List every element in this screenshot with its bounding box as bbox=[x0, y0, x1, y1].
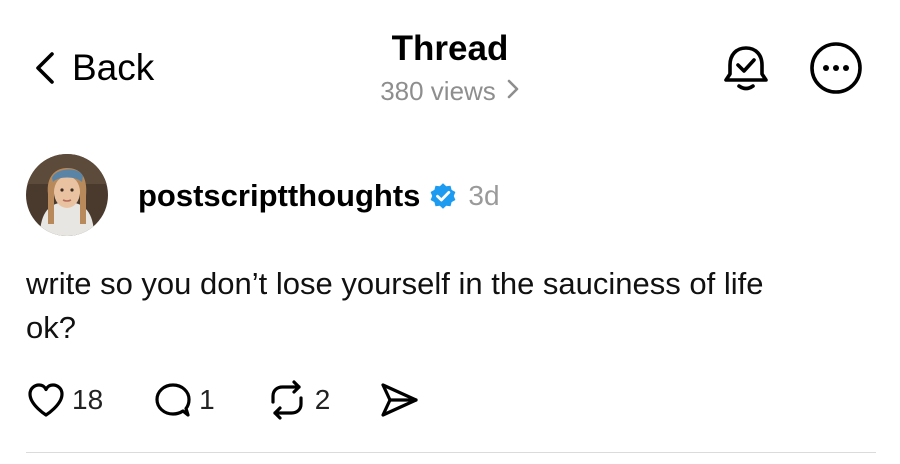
heart-icon bbox=[26, 381, 66, 419]
chevron-left-icon bbox=[32, 50, 58, 86]
comment-icon bbox=[153, 381, 193, 419]
repost-count: 2 bbox=[314, 384, 331, 415]
verified-badge-icon bbox=[428, 181, 458, 211]
bell-check-icon bbox=[718, 46, 774, 100]
title-block: Thread 380 views bbox=[300, 28, 600, 108]
divider bbox=[26, 452, 876, 453]
chevron-right-icon bbox=[506, 74, 520, 108]
repost-icon bbox=[265, 380, 309, 420]
thread-header: Back Thread 380 views bbox=[0, 0, 900, 120]
more-button[interactable] bbox=[808, 40, 864, 96]
post-text-line: write so you don’t lose yourself in the … bbox=[26, 266, 764, 301]
send-icon bbox=[378, 381, 420, 419]
action-bar: 18 1 2 bbox=[26, 378, 420, 422]
back-label: Back bbox=[72, 47, 155, 88]
reply-count: 1 bbox=[199, 384, 215, 415]
reply-button[interactable]: 1 bbox=[153, 381, 215, 419]
post-time: 3d bbox=[468, 180, 500, 211]
author-row: postscriptthoughts 3d bbox=[138, 174, 500, 218]
share-button[interactable] bbox=[378, 381, 420, 419]
notify-button[interactable] bbox=[718, 40, 774, 96]
more-icon bbox=[808, 42, 864, 100]
post-text-line: ok? bbox=[26, 310, 76, 345]
username[interactable]: postscriptthoughts bbox=[138, 178, 420, 214]
page-title: Thread bbox=[391, 29, 509, 68]
like-button[interactable]: 18 bbox=[26, 381, 103, 419]
post-text: write so you don’t lose yourself in the … bbox=[26, 262, 876, 350]
avatar[interactable] bbox=[26, 154, 108, 236]
views-count: 380 views bbox=[380, 76, 496, 106]
views-link[interactable]: 380 views bbox=[380, 74, 520, 108]
repost-button[interactable]: 2 bbox=[265, 380, 331, 420]
like-count: 18 bbox=[72, 384, 104, 415]
back-button[interactable]: Back bbox=[32, 44, 154, 92]
